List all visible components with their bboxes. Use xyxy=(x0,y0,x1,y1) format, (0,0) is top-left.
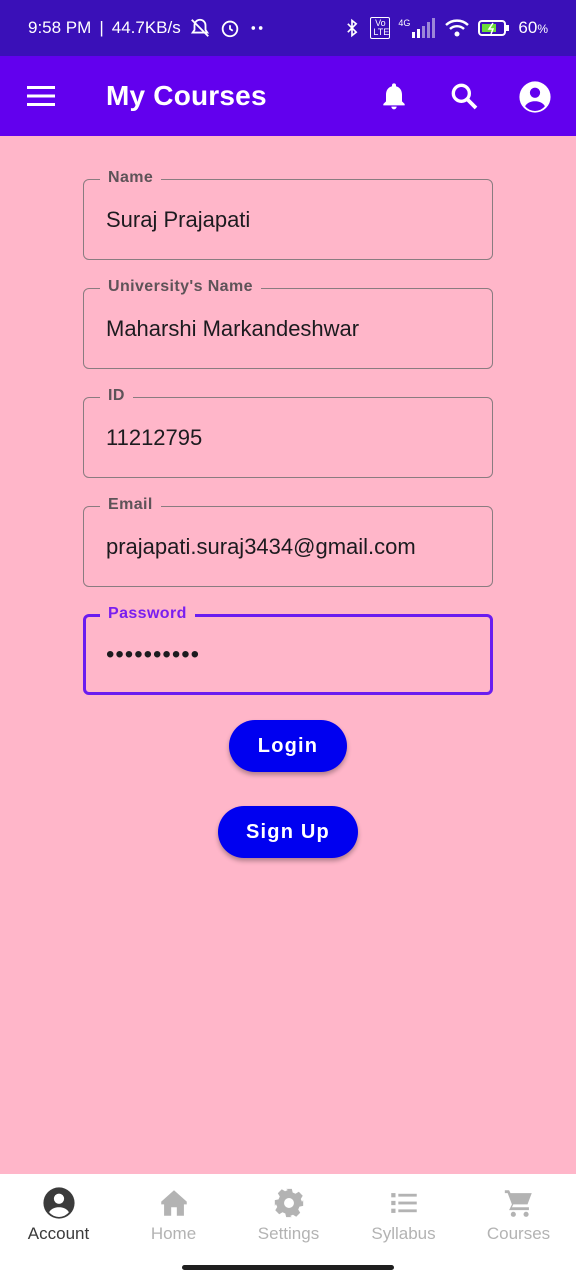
id-label: ID xyxy=(100,387,133,405)
email-input[interactable] xyxy=(106,531,476,563)
nav-item-syllabus[interactable]: Syllabus xyxy=(346,1186,461,1246)
status-left: 9:58 PM | 44.7KB/s xyxy=(28,17,265,39)
app-bar: My Courses xyxy=(0,56,576,136)
nav-label-courses: Courses xyxy=(486,1224,551,1243)
nav-label-settings: Settings xyxy=(257,1224,320,1243)
password-field[interactable]: Password xyxy=(83,605,493,695)
password-label: Password xyxy=(100,605,195,623)
nav-label-syllabus: Syllabus xyxy=(371,1224,436,1243)
nav-label-account: Account xyxy=(27,1224,90,1243)
nav-label-home: Home xyxy=(150,1224,197,1243)
name-label: Name xyxy=(100,169,162,187)
email-label: Email xyxy=(100,496,161,514)
home-icon xyxy=(157,1186,191,1220)
email-field[interactable]: Email xyxy=(83,496,493,587)
login-button[interactable]: Login xyxy=(229,720,347,772)
wifi-icon xyxy=(444,17,470,39)
status-right: Vo LTE 4G 60% xyxy=(342,17,548,39)
nav-item-courses[interactable]: Courses xyxy=(461,1186,576,1246)
gesture-home-bar[interactable] xyxy=(182,1265,394,1270)
status-separator: | xyxy=(99,18,104,37)
nav-item-home[interactable]: Home xyxy=(116,1186,231,1246)
signup-button[interactable]: Sign Up xyxy=(218,806,358,858)
battery-icon xyxy=(478,19,510,37)
status-network-speed: 44.7KB/s xyxy=(111,18,181,37)
cart-icon xyxy=(502,1186,536,1220)
status-time: 9:58 PM xyxy=(28,18,92,37)
account-circle-icon xyxy=(42,1186,76,1220)
list-icon xyxy=(387,1186,421,1220)
battery-percent: 60% xyxy=(518,18,548,37)
name-field[interactable]: Name xyxy=(83,169,493,260)
university-label: University's Name xyxy=(100,278,261,296)
account-circle-icon[interactable] xyxy=(518,80,551,113)
bell-icon[interactable] xyxy=(378,80,410,112)
name-input[interactable] xyxy=(106,204,476,236)
alarm-icon xyxy=(219,17,241,39)
menu-icon[interactable] xyxy=(26,84,56,108)
silent-icon xyxy=(189,17,211,39)
search-icon[interactable] xyxy=(448,80,480,112)
bluetooth-icon xyxy=(342,17,362,39)
more-notifications-icon xyxy=(249,17,265,39)
status-bar: 9:58 PM | 44.7KB/s Vo LTE 4G 60% xyxy=(0,0,576,56)
id-field[interactable]: ID xyxy=(83,387,493,478)
network-type: 4G xyxy=(398,18,411,28)
nav-item-account[interactable]: Account xyxy=(1,1186,116,1246)
university-field[interactable]: University's Name xyxy=(83,278,493,369)
cellular-signal-icon: 4G xyxy=(398,18,436,38)
id-input[interactable] xyxy=(106,422,476,454)
account-form: Name University's Name ID Email Password… xyxy=(0,136,576,1174)
university-input[interactable] xyxy=(106,313,476,345)
volte-icon: Vo LTE xyxy=(370,17,391,39)
page-title: My Courses xyxy=(106,80,267,111)
password-input[interactable] xyxy=(106,639,476,671)
nav-item-settings[interactable]: Settings xyxy=(231,1186,346,1246)
gear-icon xyxy=(272,1186,306,1220)
